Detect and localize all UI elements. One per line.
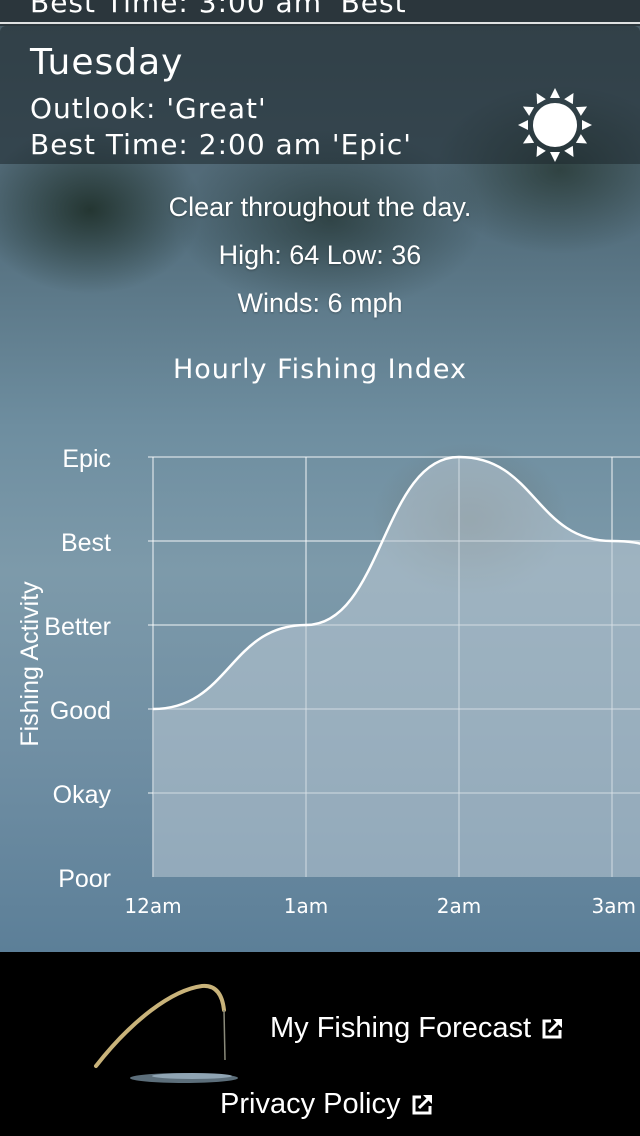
day-header: Tuesday Outlook: 'Great' Best Time: 2:00…	[0, 26, 640, 164]
y-tick-label: Epic	[62, 445, 111, 473]
x-tick-label: 12am	[124, 894, 181, 918]
sun-ray	[575, 106, 588, 116]
sun-icon	[518, 88, 592, 162]
divider	[0, 22, 640, 24]
day-title: Tuesday	[30, 42, 184, 83]
best-time-text: Best Time: 2:00 am 'Epic'	[30, 128, 412, 161]
footer: My Fishing Forecast Privacy Policy	[0, 952, 640, 1136]
y-tick-label: Okay	[53, 781, 112, 809]
sun-ray	[575, 134, 588, 144]
x-tick-label: 1am	[284, 894, 328, 918]
previous-best-time: Best Time: 3:00 am 'Best'	[30, 0, 416, 19]
privacy-policy-link[interactable]: Privacy Policy	[220, 1088, 435, 1121]
y-tick-label: Better	[44, 613, 111, 641]
sun-ray	[564, 145, 574, 158]
high-low-temp: High: 64 Low: 36	[218, 240, 422, 270]
sun-ray	[518, 120, 528, 130]
previous-day-header: Best Time: 3:00 am 'Best'	[0, 0, 640, 26]
privacy-link-label: Privacy Policy	[220, 1088, 401, 1120]
outlook-text: Outlook: 'Great'	[30, 92, 267, 125]
y-tick-label: Best	[61, 529, 111, 557]
wind-speed: Winds: 6 mph	[237, 288, 403, 318]
sun-ray	[522, 106, 535, 116]
external-link-icon	[542, 1018, 563, 1038]
weather-summary: Clear throughout the day.	[168, 192, 472, 222]
y-axis-label: Fishing Activity	[16, 581, 44, 747]
chart-title: Hourly Fishing Index	[172, 354, 467, 385]
activity-area	[153, 457, 640, 877]
y-tick-label: Good	[50, 697, 111, 725]
sun-ray	[582, 120, 592, 130]
fishing-index-chart: Poor Okay Good Better Best Epic 12am 1am 2am 3am…	[16, 445, 640, 918]
sun-ray	[536, 92, 546, 105]
forecast-link-label: My Fishing Forecast	[270, 1012, 532, 1044]
sun-ray	[564, 92, 574, 105]
my-fishing-forecast-link[interactable]: My Fishing Forecast	[270, 1012, 565, 1045]
sun-ray	[550, 88, 560, 98]
x-tick-label: 2am	[437, 894, 481, 918]
fishing-rod-logo	[94, 983, 238, 1083]
sun-ray	[550, 152, 560, 162]
external-link-icon	[412, 1094, 432, 1114]
x-tick-label: 3am	[592, 894, 636, 918]
y-tick-label: Poor	[58, 865, 111, 893]
sun-ray	[536, 145, 546, 158]
sun-ray	[522, 134, 535, 144]
